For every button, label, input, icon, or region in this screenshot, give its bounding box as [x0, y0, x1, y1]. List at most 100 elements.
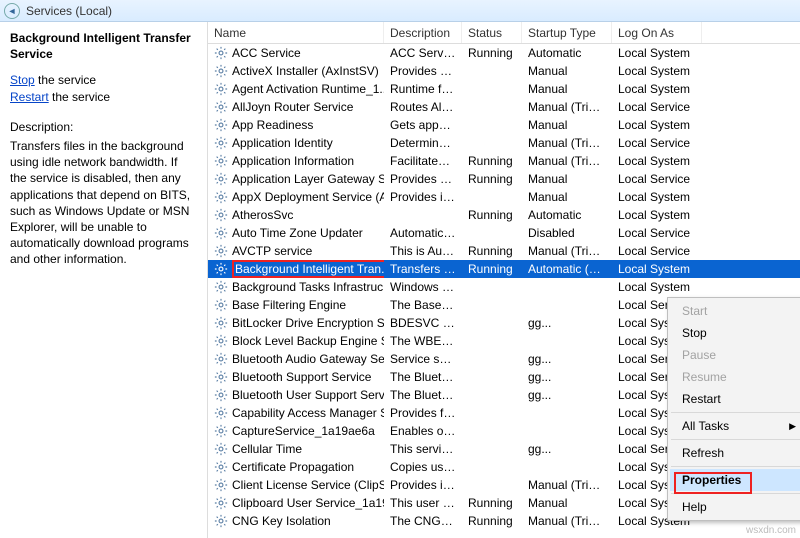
service-name-cell: CNG Key Isolation	[208, 514, 384, 528]
service-status: Running	[462, 154, 522, 168]
service-desc: Windows inf...	[384, 280, 462, 294]
service-logon: Local Service	[612, 226, 702, 240]
service-name: AllJoyn Router Service	[232, 100, 353, 114]
service-row[interactable]: AVCTP serviceThis is Audio...RunningManu…	[208, 242, 800, 260]
service-desc: Facilitates th...	[384, 154, 462, 168]
service-logon: Local System	[612, 280, 702, 294]
gear-icon	[214, 370, 228, 384]
service-startup: Automatic	[522, 208, 612, 222]
service-startup: gg...	[522, 388, 612, 402]
service-name: Auto Time Zone Updater	[232, 226, 363, 240]
service-name-cell: Certificate Propagation	[208, 460, 384, 474]
service-row[interactable]: ActiveX Installer (AxInstSV)Provides Use…	[208, 62, 800, 80]
column-headers: Name Description Status Startup Type Log…	[208, 22, 800, 44]
service-row[interactable]: Background Tasks Infrastruc...Windows in…	[208, 278, 800, 296]
service-logon: Local System	[612, 46, 702, 60]
back-icon[interactable]: ◄	[4, 3, 20, 19]
service-row[interactable]: Auto Time Zone UpdaterAutomaticall...Dis…	[208, 224, 800, 242]
service-name: Block Level Backup Engine S...	[232, 334, 384, 348]
service-status: Running	[462, 244, 522, 258]
service-desc: The Bluetoo...	[384, 370, 462, 384]
service-row[interactable]: Application IdentityDetermines ...Manual…	[208, 134, 800, 152]
service-startup: Manual	[522, 172, 612, 186]
service-row[interactable]: Application Layer Gateway S...Provides s…	[208, 170, 800, 188]
service-desc: Provides Use...	[384, 64, 462, 78]
service-startup: Manual (Trigg...	[522, 478, 612, 492]
menu-refresh[interactable]: Refresh	[670, 442, 800, 464]
service-row[interactable]: App ReadinessGets apps re...ManualLocal …	[208, 116, 800, 134]
service-desc: Service supp...	[384, 352, 462, 366]
service-startup: Automatic	[522, 46, 612, 60]
service-desc: This is Audio...	[384, 244, 462, 258]
col-header-startup[interactable]: Startup Type	[522, 22, 612, 43]
service-startup: Automatic (De...	[522, 262, 612, 276]
service-logon: Local System	[612, 118, 702, 132]
gear-icon	[214, 82, 228, 96]
services-list-pane: Name Description Status Startup Type Log…	[208, 22, 800, 538]
header-bar: ◄ Services (Local)	[0, 0, 800, 22]
service-row[interactable]: Background Intelligent Tran...Transfers …	[208, 260, 800, 278]
gear-icon	[214, 226, 228, 240]
service-desc: The CNG ke...	[384, 514, 462, 528]
service-desc: ACC Service	[384, 46, 462, 60]
service-row[interactable]: AllJoyn Router Service Routes AllJo... Man…	[208, 98, 800, 116]
service-status: Running	[462, 46, 522, 60]
gear-icon	[214, 298, 228, 312]
description-text: Transfers files in the background using …	[10, 138, 197, 268]
service-status: Running	[462, 208, 522, 222]
gear-icon	[214, 406, 228, 420]
col-header-name[interactable]: Name	[208, 22, 384, 43]
service-startup: Manual (Trigg...	[522, 100, 612, 114]
menu-help[interactable]: Help	[670, 496, 800, 518]
service-status: Running	[462, 496, 522, 510]
gear-icon	[214, 514, 228, 528]
stop-service-link[interactable]: Stop	[10, 73, 35, 87]
menu-separator	[671, 493, 800, 494]
service-startup: Manual (Trigg...	[522, 514, 612, 528]
col-header-description[interactable]: Description	[384, 22, 462, 43]
menu-stop[interactable]: Stop	[670, 322, 800, 344]
gear-icon	[214, 172, 228, 186]
service-desc: Provides infr...	[384, 190, 462, 204]
service-row[interactable]: AtherosSvcRunningAutomaticLocal System	[208, 206, 800, 224]
menu-all-tasks[interactable]: All Tasks ▶	[670, 415, 800, 437]
service-desc: Transfers file...	[384, 262, 462, 276]
service-row[interactable]: Agent Activation Runtime_1...Runtime for…	[208, 80, 800, 98]
menu-restart[interactable]: Restart	[670, 388, 800, 410]
service-startup: Manual	[522, 82, 612, 96]
service-startup: gg...	[522, 442, 612, 456]
menu-pause: Pause	[670, 344, 800, 366]
service-name: Application Layer Gateway S...	[232, 172, 384, 186]
service-desc: Provides faci...	[384, 406, 462, 420]
service-row[interactable]: ACC ServiceACC ServiceRunningAutomaticLo…	[208, 44, 800, 62]
service-logon: Local System	[612, 154, 702, 168]
service-name-cell: Cellular Time	[208, 442, 384, 456]
service-name-cell: AllJoyn Router Service	[208, 100, 384, 114]
service-logon: Local Service	[612, 172, 702, 186]
service-startup: Manual	[522, 64, 612, 78]
service-desc: Copies user ...	[384, 460, 462, 474]
gear-icon	[214, 208, 228, 222]
service-row[interactable]: AppX Deployment Service (A...Provides in…	[208, 188, 800, 206]
service-desc: Runtime for ...	[384, 82, 462, 96]
menu-all-tasks-label: All Tasks	[682, 419, 729, 433]
service-name: Bluetooth User Support Serv...	[232, 388, 384, 402]
service-name: Background Intelligent Tran...	[235, 262, 384, 276]
col-header-logon[interactable]: Log On As	[612, 22, 702, 43]
restart-service-link[interactable]: Restart	[10, 90, 49, 104]
menu-resume: Resume	[670, 366, 800, 388]
gear-icon	[214, 334, 228, 348]
service-name-cell: Application Identity	[208, 136, 384, 150]
col-header-status[interactable]: Status	[462, 22, 522, 43]
menu-properties[interactable]: Properties	[670, 469, 800, 491]
gear-icon	[214, 100, 228, 114]
service-logon: Local System	[612, 64, 702, 78]
service-name: Client License Service (ClipSV...	[232, 478, 384, 492]
service-desc: Determines ...	[384, 136, 462, 150]
service-row[interactable]: Application InformationFacilitates th...…	[208, 152, 800, 170]
service-name-cell: ActiveX Installer (AxInstSV)	[208, 64, 384, 78]
service-logon: Local System	[612, 262, 702, 276]
service-name: App Readiness	[232, 118, 313, 132]
service-desc: Routes AllJo...	[384, 100, 462, 114]
service-name-cell: AVCTP service	[208, 244, 384, 258]
